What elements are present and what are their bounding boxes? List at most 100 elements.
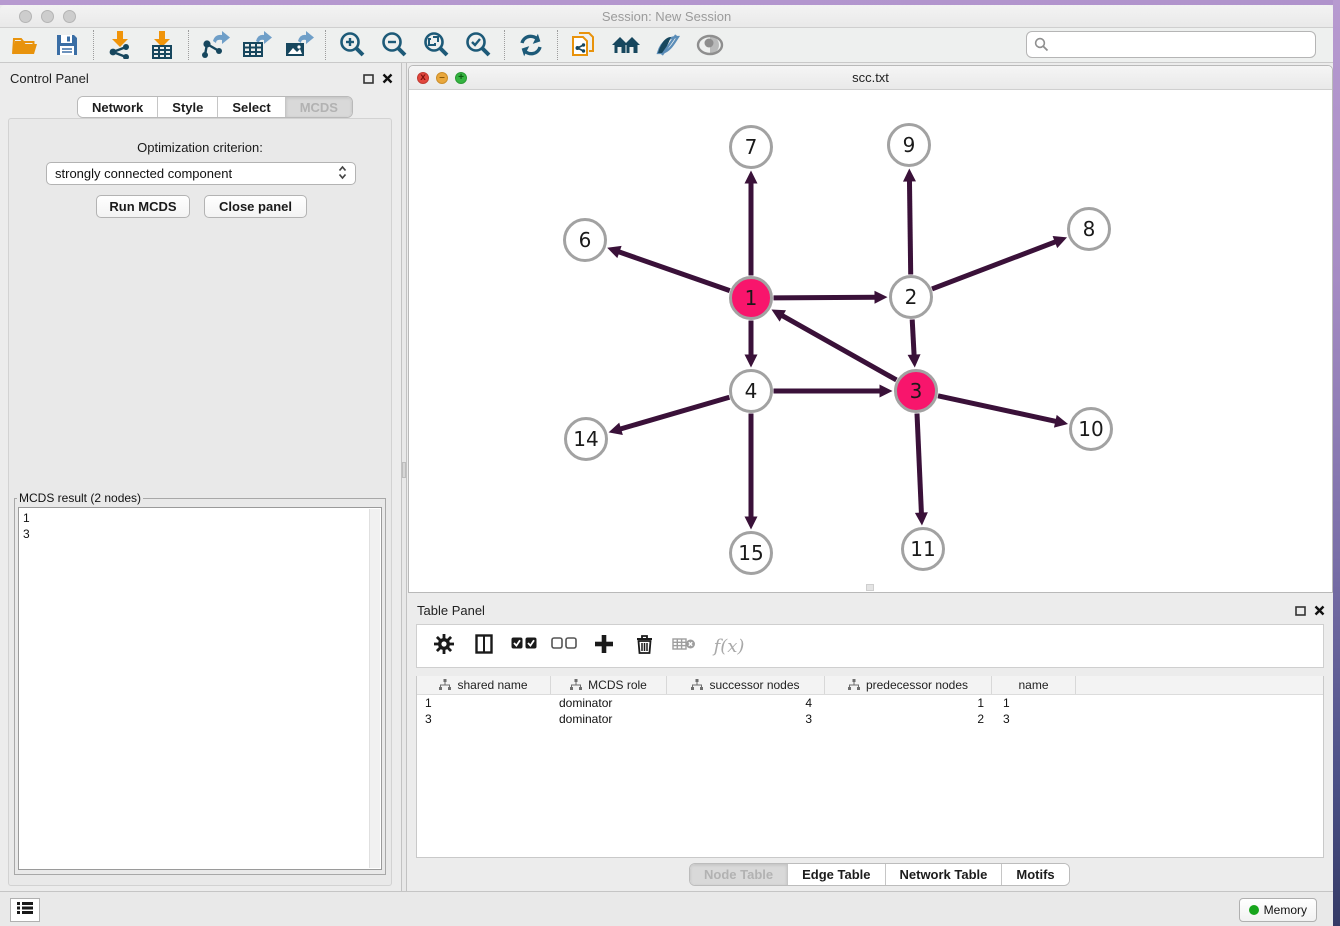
tab-mcds[interactable]: MCDS bbox=[286, 97, 352, 117]
memory-button[interactable]: Memory bbox=[1239, 898, 1317, 922]
table-body: 1dominator4113dominator323 bbox=[417, 695, 1323, 727]
open-session-button[interactable] bbox=[4, 29, 46, 61]
table-row[interactable]: 1dominator411 bbox=[417, 695, 1323, 711]
zoom-selected-icon bbox=[464, 31, 492, 59]
zoom-fit-icon bbox=[422, 31, 450, 59]
column-label: MCDS role bbox=[588, 678, 647, 692]
column-header-shared-name[interactable]: shared name bbox=[417, 676, 551, 694]
graph-node-label: 6 bbox=[579, 228, 592, 252]
zoom-in-icon bbox=[338, 31, 366, 59]
optimization-criterion-select[interactable]: strongly connected component bbox=[46, 162, 356, 185]
edge-arrowhead-icon bbox=[607, 246, 621, 258]
selected-criterion: strongly connected component bbox=[55, 166, 338, 181]
settings-gear-button[interactable] bbox=[431, 631, 457, 661]
edge-2-9[interactable] bbox=[909, 179, 910, 274]
table-panel: Table Panel bbox=[407, 595, 1333, 891]
cell-shared-name[interactable]: 1 bbox=[417, 695, 551, 711]
graph-node-label: 8 bbox=[1083, 217, 1096, 241]
close-panel-button[interactable]: Close panel bbox=[204, 195, 307, 218]
edge-3-11[interactable] bbox=[917, 413, 921, 514]
result-scrollbar[interactable] bbox=[369, 509, 380, 868]
cell-mcds-role[interactable]: dominator bbox=[551, 711, 667, 727]
network-resize-handle[interactable] bbox=[866, 584, 874, 591]
show-graphics-button[interactable] bbox=[689, 29, 731, 61]
control-panel: Control Panel NetworkStyleSelectMCDS Opt… bbox=[0, 63, 401, 891]
edge-1-2[interactable] bbox=[773, 297, 876, 298]
zoom-out-button[interactable] bbox=[373, 29, 415, 61]
import-network-icon bbox=[107, 31, 133, 59]
import-table-button[interactable] bbox=[141, 29, 183, 61]
zoom-fit-button[interactable] bbox=[415, 29, 457, 61]
cell-predecessor-nodes[interactable]: 2 bbox=[825, 711, 992, 727]
tab-select[interactable]: Select bbox=[218, 97, 285, 117]
close-panel-icon[interactable] bbox=[1314, 603, 1325, 621]
column-header-successor-nodes[interactable]: successor nodes bbox=[667, 676, 825, 694]
duplicate-network-button[interactable] bbox=[563, 29, 605, 61]
splitter-grip-icon[interactable] bbox=[402, 462, 406, 478]
edge-3-10[interactable] bbox=[938, 396, 1057, 422]
float-panel-icon[interactable] bbox=[363, 71, 374, 89]
edge-2-8[interactable] bbox=[932, 241, 1057, 289]
run-mcds-button[interactable]: Run MCDS bbox=[96, 195, 190, 218]
graph-node-label: 11 bbox=[910, 537, 935, 561]
column-header-predecessor-nodes[interactable]: predecessor nodes bbox=[825, 676, 992, 694]
tab-network-table[interactable]: Network Table bbox=[886, 864, 1003, 885]
column-layout-button[interactable] bbox=[471, 631, 497, 661]
tab-style[interactable]: Style bbox=[158, 97, 218, 117]
toolbar-separator bbox=[188, 30, 189, 60]
mcds-tab-content: Optimization criterion: strongly connect… bbox=[8, 118, 392, 886]
select-all-icon bbox=[511, 637, 537, 655]
cell-shared-name[interactable]: 3 bbox=[417, 711, 551, 727]
cell-mcds-role[interactable]: dominator bbox=[551, 695, 667, 711]
export-network-button[interactable] bbox=[194, 29, 236, 61]
tab-edge-table[interactable]: Edge Table bbox=[788, 864, 885, 885]
select-all-button[interactable] bbox=[511, 631, 537, 661]
tab-motifs[interactable]: Motifs bbox=[1002, 864, 1068, 885]
float-panel-icon[interactable] bbox=[1295, 603, 1306, 621]
memory-status-icon bbox=[1249, 905, 1259, 915]
desktop-background bbox=[1333, 0, 1340, 926]
deselect-all-button[interactable] bbox=[551, 631, 577, 661]
search-input[interactable] bbox=[1054, 35, 1315, 55]
function-builder-button[interactable]: f(x) bbox=[711, 631, 747, 661]
cell-name[interactable]: 1 bbox=[992, 695, 1076, 711]
refresh-layout-button[interactable] bbox=[510, 29, 552, 61]
edge-3-1[interactable] bbox=[781, 315, 896, 380]
close-panel-icon[interactable] bbox=[382, 71, 393, 89]
tab-node-table[interactable]: Node Table bbox=[690, 864, 788, 885]
import-table-icon bbox=[149, 31, 175, 59]
cell-predecessor-nodes[interactable]: 1 bbox=[825, 695, 992, 711]
save-session-icon bbox=[55, 33, 79, 57]
network-canvas[interactable]: 7968124314101511 bbox=[409, 90, 1332, 592]
edge-4-14[interactable] bbox=[619, 397, 729, 429]
zoom-selected-button[interactable] bbox=[457, 29, 499, 61]
cell-name[interactable]: 3 bbox=[992, 711, 1076, 727]
table-row[interactable]: 3dominator323 bbox=[417, 711, 1323, 727]
control-panel-title: Control Panel bbox=[10, 71, 89, 86]
edge-2-3[interactable] bbox=[912, 319, 914, 356]
mcds-result-textarea[interactable]: 13 bbox=[18, 507, 382, 870]
add-column-button[interactable] bbox=[591, 631, 617, 661]
graph-node-label: 15 bbox=[738, 541, 763, 565]
export-table-button[interactable] bbox=[236, 29, 278, 61]
table-toolbar: f(x) bbox=[416, 624, 1324, 668]
cell-successor-nodes[interactable]: 3 bbox=[667, 711, 825, 727]
column-header-mcds-role[interactable]: MCDS role bbox=[551, 676, 667, 694]
node-table[interactable]: shared name MCDS role successor nodes prede… bbox=[416, 676, 1324, 858]
cell-successor-nodes[interactable]: 4 bbox=[667, 695, 825, 711]
home-button[interactable] bbox=[605, 29, 647, 61]
show-style-button[interactable] bbox=[647, 29, 689, 61]
show-style-icon bbox=[654, 33, 682, 57]
delete-table-button[interactable] bbox=[671, 631, 697, 661]
zoom-in-button[interactable] bbox=[331, 29, 373, 61]
export-image-button[interactable] bbox=[278, 29, 320, 61]
delete-button[interactable] bbox=[631, 631, 657, 661]
task-history-button[interactable] bbox=[10, 898, 40, 922]
tab-network[interactable]: Network bbox=[78, 97, 158, 117]
edge-1-6[interactable] bbox=[618, 251, 730, 290]
column-header-name[interactable]: name bbox=[992, 676, 1076, 694]
table-panel-tabs: Node TableEdge TableNetwork TableMotifs bbox=[689, 863, 1070, 886]
column-label: successor nodes bbox=[709, 678, 799, 692]
import-network-button[interactable] bbox=[99, 29, 141, 61]
save-session-button[interactable] bbox=[46, 29, 88, 61]
